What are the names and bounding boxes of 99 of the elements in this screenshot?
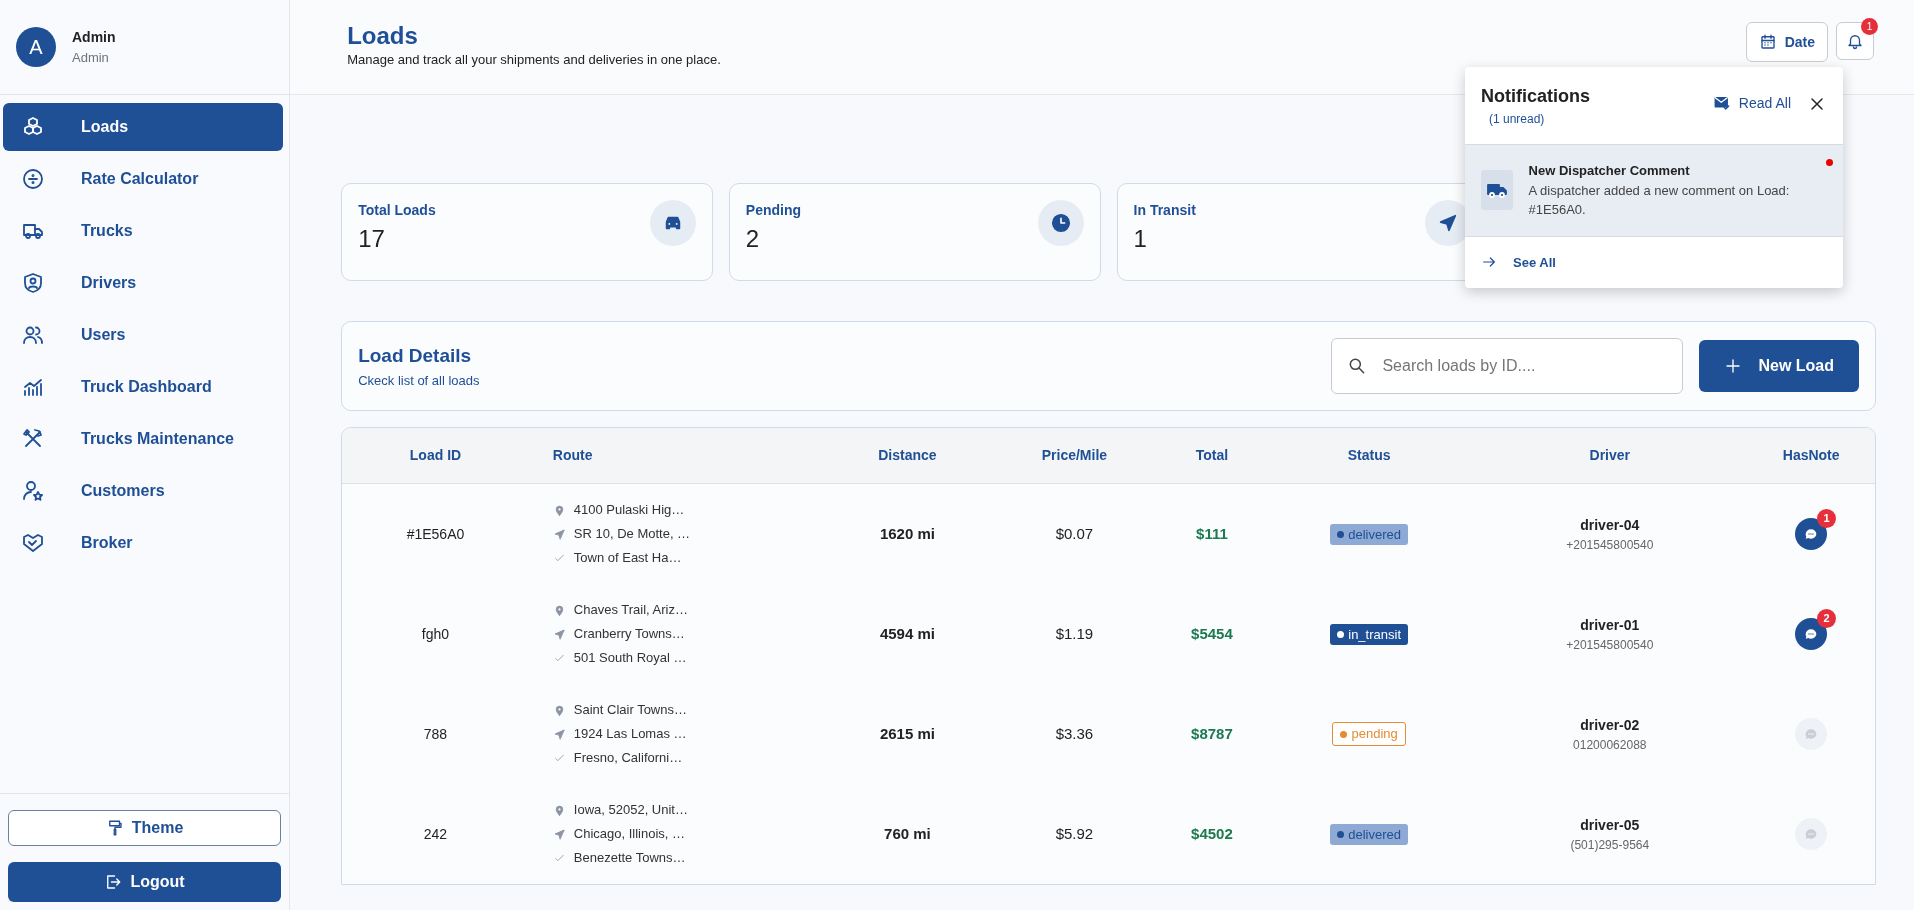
- route-stop: Chaves Trail, Ariz…: [573, 601, 688, 619]
- column-header: Route: [551, 446, 594, 465]
- user-name: Admin: [72, 27, 116, 47]
- clock-icon: [1049, 212, 1072, 234]
- load-id: 242: [422, 824, 449, 844]
- route-stop: 4100 Pulaski Hig…: [573, 501, 685, 519]
- driver-phone: (501)295-9564: [1569, 836, 1651, 854]
- unread-dot: [1826, 159, 1833, 166]
- navigation-icon: [552, 827, 566, 841]
- load-id: fgh0: [420, 624, 451, 644]
- sidebar-item[interactable]: Loads: [3, 103, 284, 151]
- notification-count-badge: 1: [1861, 18, 1878, 35]
- distance: 2615 mi: [878, 723, 936, 744]
- see-all-link[interactable]: See All: [1465, 236, 1843, 288]
- mail-check-icon: [1712, 94, 1731, 112]
- date-button[interactable]: Date: [1745, 22, 1828, 62]
- route-stop: 1924 Las Lomas …: [573, 725, 687, 743]
- section-subtitle: Ckeck list of all loads: [358, 371, 480, 390]
- sidebar-item[interactable]: Customers: [3, 467, 284, 515]
- avatar: A: [16, 27, 56, 67]
- notification-message: A dispatcher added a new comment on Load: #1E56A0.: [1528, 181, 1791, 219]
- load-id: 788: [422, 724, 449, 744]
- total: $111: [1195, 523, 1229, 544]
- sidebar-item[interactable]: Trucks Maintenance: [3, 415, 284, 463]
- calendar-icon: [1758, 33, 1777, 51]
- driver-phone: +201545800540: [1565, 636, 1655, 654]
- status-badge: delivered: [1330, 823, 1408, 846]
- stat-value: 1: [1133, 224, 1148, 254]
- stat-label: In Transit: [1133, 201, 1196, 220]
- sidebar-item[interactable]: Trucks: [3, 207, 284, 255]
- sidebar-item[interactable]: Drivers: [3, 259, 284, 307]
- page-title: Loads: [347, 22, 419, 50]
- column-header: Status: [1346, 446, 1392, 465]
- total: $5454: [1190, 623, 1234, 644]
- driver-name: driver-02: [1579, 715, 1641, 735]
- column-header: Distance: [877, 446, 938, 465]
- driver-name: driver-05: [1579, 815, 1641, 835]
- column-header: Total: [1194, 446, 1230, 465]
- user-role: Admin: [72, 48, 110, 67]
- section-title: Load Details: [358, 344, 473, 368]
- plus-icon: [1724, 357, 1743, 375]
- total: $8787: [1190, 723, 1234, 744]
- route-stop: Benezette Towns…: [573, 849, 686, 867]
- price-per-mile: $0.07: [1054, 523, 1095, 544]
- page-subtitle: Manage and track all your shipments and deliveries in one place.: [347, 51, 721, 69]
- divide-icon: [21, 167, 45, 191]
- route-stop: Iowa, 52052, Unit…: [573, 801, 688, 819]
- distance: 1620 mi: [878, 523, 936, 544]
- sidebar-item[interactable]: Users: [3, 311, 284, 359]
- route-stop: 501 South Royal …: [573, 649, 687, 667]
- navigation-icon: [552, 727, 566, 741]
- new-load-button[interactable]: New Load: [1699, 340, 1859, 392]
- search-field[interactable]: Search loads by ID....: [1331, 338, 1684, 394]
- status-badge: delivered: [1330, 523, 1408, 546]
- driver-name: driver-04: [1579, 515, 1641, 535]
- theme-button[interactable]: Theme: [8, 810, 282, 846]
- distance: 760 mi: [883, 823, 932, 844]
- logout-button[interactable]: Logout: [8, 862, 282, 902]
- stat-value: 2: [745, 224, 761, 254]
- note-count-badge: 2: [1817, 609, 1837, 628]
- note-count-badge: 1: [1817, 509, 1837, 528]
- sidebar-item[interactable]: Rate Calculator: [3, 155, 284, 203]
- read-all-link[interactable]: Read All: [1712, 92, 1791, 114]
- notifications-title: Notifications: [1481, 85, 1590, 108]
- route-stop: Saint Clair Towns…: [573, 701, 687, 719]
- status-badge: pending: [1332, 722, 1406, 746]
- route-stop: Town of East Ha…: [573, 549, 682, 567]
- total: $4502: [1190, 823, 1234, 844]
- route-stop: SR 10, De Motte, …: [573, 525, 691, 543]
- status-badge: in_transit: [1330, 623, 1408, 646]
- price-per-mile: $5.92: [1054, 823, 1095, 844]
- shield-user-icon: [21, 271, 45, 295]
- user-star-icon: [21, 479, 45, 503]
- sidebar-item[interactable]: Truck Dashboard: [3, 363, 284, 411]
- route-stop: Chicago, Illinois, …: [573, 825, 686, 843]
- stat-label: Pending: [745, 201, 802, 220]
- stat-label: Total Loads: [358, 201, 436, 220]
- stat-value: 17: [358, 224, 386, 254]
- driver-name: driver-01: [1579, 615, 1641, 635]
- column-header: Load ID: [408, 446, 463, 465]
- navigation-icon: [552, 627, 566, 641]
- driver-phone: +201545800540: [1565, 536, 1655, 554]
- unread-count: (1 unread): [1488, 111, 1546, 128]
- route-stop: Cranberry Towns…: [573, 625, 685, 643]
- sidebar-item[interactable]: Broker: [3, 519, 284, 567]
- route-stop: Fresno, Californi…: [573, 749, 683, 767]
- load-id: #1E56A0: [405, 524, 466, 544]
- column-header: HasNote: [1781, 446, 1841, 465]
- notification-title: New Dispatcher Comment: [1528, 162, 1691, 180]
- notification-item[interactable]: New Dispatcher Comment A dispatcher added a new comment on Load: #1E56A0.: [1465, 144, 1843, 237]
- navigation-icon: [552, 527, 566, 541]
- distance: 4594 mi: [878, 623, 936, 644]
- column-header: Price/Mile: [1040, 446, 1109, 465]
- price-per-mile: $3.36: [1054, 723, 1095, 744]
- logout-icon: [104, 873, 123, 891]
- price-per-mile: $1.19: [1054, 623, 1095, 644]
- column-header: Driver: [1588, 446, 1631, 465]
- driver-phone: 01200062088: [1572, 736, 1648, 754]
- bell-icon: [1846, 32, 1864, 50]
